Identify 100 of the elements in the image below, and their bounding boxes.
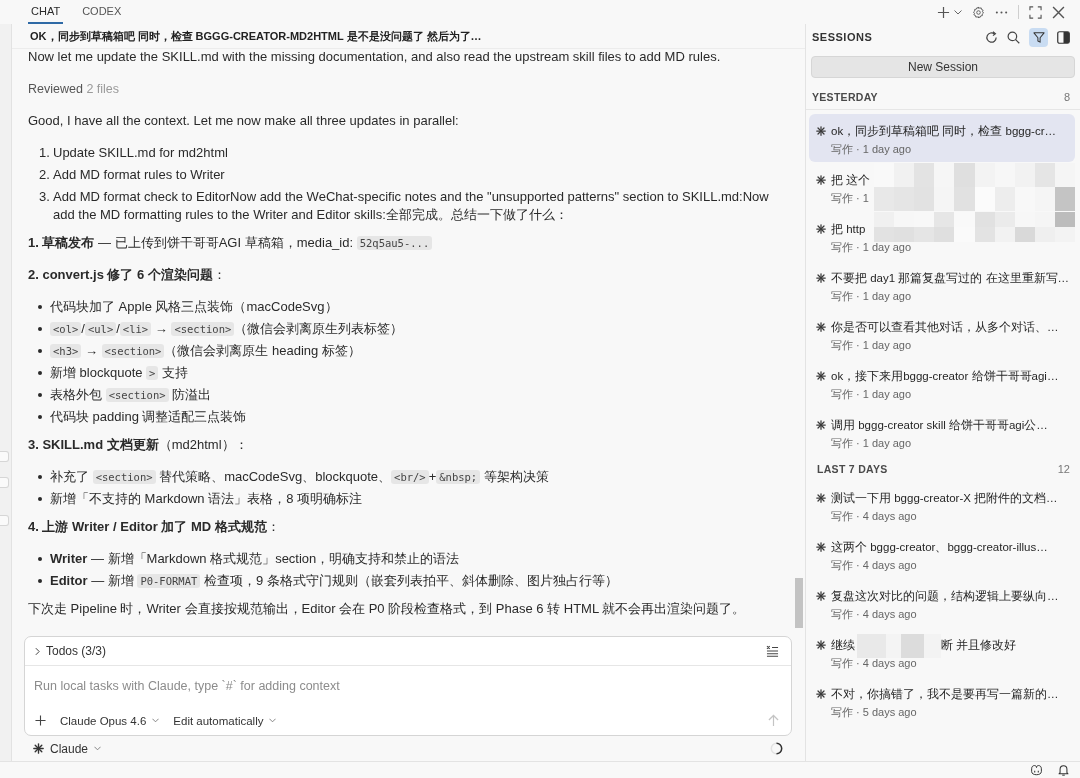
list-item-text: Writer — 新增「Markdown 格式规范」section，明确支持和禁止的语法 <box>50 550 461 568</box>
session-item[interactable]: 这两个 bggg-creator、bggg-creator-illus… 写作 · 4 days ago <box>809 530 1075 578</box>
refresh-icon[interactable] <box>985 30 998 44</box>
list-item-text: 代码块 padding 调整适配三点装饰 <box>50 408 248 426</box>
session-meta: 写作 · 1 day ago <box>831 436 913 450</box>
session-title: 复盘这次对比的问题，结构逻辑上要纵向… <box>831 590 1059 603</box>
list-item-text: Editor — 新增 P0-FORMAT 检查项，9 条格式守门规则（嵌套列表拍平、斜体删除、图片独占行等） <box>50 572 619 590</box>
message-text: 2. convert.js 修了 6 个渲染问题： <box>28 266 227 284</box>
asterisk-icon <box>816 273 826 283</box>
scrollbar-thumb[interactable] <box>795 578 803 628</box>
group-label: LAST 7 DAYS <box>817 463 888 475</box>
list-item-text: 新增 blockquote > 支持 <box>50 364 190 382</box>
bullet-icon <box>38 305 42 309</box>
chat-input-field[interactable]: Run local tasks with Claude, type `#` for adding context <box>25 666 791 706</box>
asterisk-icon <box>816 175 826 185</box>
bullet-icon <box>38 393 42 397</box>
session-meta: 写作 · 1 <box>831 191 870 205</box>
bullet-icon <box>38 475 42 479</box>
session-count: 12 <box>1057 463 1070 475</box>
session-meta: 写作 · 4 days ago <box>831 558 918 572</box>
chevron-down-icon[interactable] <box>954 9 962 15</box>
session-item[interactable]: 继续 断 并且修改好 写作 · 4 days ago <box>809 628 1075 676</box>
list-number: 2. <box>39 166 51 184</box>
asterisk-icon <box>816 493 826 503</box>
filter-button[interactable] <box>1029 27 1048 47</box>
session-meta: 写作 · 1 day ago <box>831 240 912 254</box>
session-item[interactable]: 把 http 写作 · 1 day ago <box>809 212 1075 260</box>
message-text: 下次走 Pipeline 时，Writer 会直接按规范输出，Editor 会在 P0 阶段检查格式，到 Phase 6 转 HTML 就不会再出渲染问题了。 <box>28 600 747 618</box>
sessions-title: SESSIONS <box>812 31 873 43</box>
chevron-down-icon <box>152 718 160 723</box>
reviewed-files-toggle[interactable]: Reviewed 2 files <box>28 80 789 98</box>
plus-icon[interactable] <box>35 715 46 726</box>
asterisk-icon <box>816 371 826 381</box>
asterisk-icon <box>816 420 826 430</box>
close-icon[interactable] <box>1052 5 1065 19</box>
clear-list-icon[interactable] <box>766 645 779 657</box>
list-item-text: 补充了 <section> 替代策略、macCodeSvg、blockquote、 <br/> + &nbsp; 等架构决策 <box>50 468 550 486</box>
list-number: 1. <box>39 144 51 162</box>
session-title: 继续 <box>831 639 855 652</box>
asterisk-icon <box>816 542 826 552</box>
face-icon[interactable] <box>1030 764 1043 776</box>
model-dropdown[interactable]: Claude Opus 4.6 <box>60 714 160 727</box>
session-title: 断 并且修改好 <box>941 639 1017 652</box>
new-session-button[interactable]: New Session <box>811 56 1075 78</box>
chat-composer[interactable]: Todos (3/3) Run local tasks with Claude, type `#` for adding context Claude Opus 4.6 Edit automatically <box>24 636 792 736</box>
session-item[interactable]: 调用 bggg-creator skill 给饼干哥哥agi公… 写作 · 1 day ago <box>809 408 1075 456</box>
list-item-text: Add MD format check to EditorNow add the WeChat-specific notes and the "unsupported patterns" section to SKILL.md:Now add the MD formatting rules to the Writer and Editor skills:全部完成。总结一下做了什么： <box>53 188 770 224</box>
session-item[interactable]: 把 这个 写作 · 1 <box>809 163 1075 211</box>
session-meta: 写作 · 1 day ago <box>831 338 913 352</box>
asterisk-icon <box>816 126 826 136</box>
bullet-icon <box>38 557 42 561</box>
session-meta: 写作 · 4 days ago <box>831 607 918 621</box>
message-text: Now let me update the SKILL.md with the missing documentation, and also read the upstream skill files to add MD rules. <box>28 48 722 66</box>
session-meta: 写作 · 1 day ago <box>831 289 913 303</box>
session-title: 调用 bggg-creator skill 给饼干哥哥agi公… <box>831 419 1048 432</box>
session-title: ok，接下来用bggg-creator 给饼干哥哥agi… <box>831 370 1059 383</box>
agent-picker[interactable]: Claude <box>33 741 102 756</box>
list-number: 3. <box>39 188 51 206</box>
session-item[interactable]: 不要把 day1 那篇复盘写过的 在这里重新写… 写作 · 1 day ago <box>809 261 1075 309</box>
panel-toggle-icon[interactable] <box>1057 30 1070 44</box>
todos-toggle[interactable]: Todos (3/3) <box>35 644 107 658</box>
bullet-icon <box>38 497 42 501</box>
session-meta: 写作 · 5 days ago <box>831 705 918 719</box>
message-text: 3. SKILL.md 文档更新（md2html）： <box>28 436 249 454</box>
session-item[interactable]: 复盘这次对比的问题，结构逻辑上要纵向… 写作 · 4 days ago <box>809 579 1075 627</box>
bullet-icon <box>38 579 42 583</box>
session-item[interactable]: 不对，你搞错了，我不是要再写一篇新的… 写作 · 5 days ago <box>809 677 1075 725</box>
session-item[interactable]: ok，接下来用bggg-creator 给饼干哥哥agi… 写作 · 1 day ago <box>809 359 1075 407</box>
session-item[interactable]: 测试一下用 bggg-creator-X 把附件的文档… 写作 · 4 days ago <box>809 481 1075 529</box>
session-count: 8 <box>1063 91 1070 103</box>
session-title: 把 这个 <box>831 174 871 187</box>
asterisk-icon <box>33 743 44 754</box>
bullet-icon <box>38 371 42 375</box>
session-meta: 写作 · 1 day ago <box>831 387 913 401</box>
settings-icon[interactable] <box>972 5 985 19</box>
bullet-icon <box>38 415 42 419</box>
search-icon[interactable] <box>1007 30 1020 44</box>
bell-icon[interactable] <box>1057 764 1070 776</box>
message-text: Good, I have all the context. Let me now make all three updates in parallel: <box>28 112 460 130</box>
asterisk-icon <box>816 224 826 234</box>
spinner-icon <box>770 742 783 755</box>
asterisk-icon <box>816 640 826 650</box>
bullet-icon <box>38 349 42 353</box>
view-tab[interactable]: CODEX <box>79 0 125 24</box>
mode-dropdown[interactable]: Edit automatically <box>173 714 277 727</box>
asterisk-icon <box>816 322 826 332</box>
chevron-down-icon <box>94 746 102 751</box>
list-item-text: <h3> → <section> （微信会剥离原生 heading 标签） <box>50 342 789 360</box>
conversation-title: OK，同步到草稿箱吧 同时，检查 BGGG-CREATOR-MD2HTML 是不是没问题了 然后为了… <box>12 24 805 48</box>
list-item-text: <ol> / <ul> / <li> → <section> （微信会剥离原生列表标签） <box>50 320 789 338</box>
session-item[interactable]: 你是否可以查看其他对话，从多个对话、… 写作 · 1 day ago <box>809 310 1075 358</box>
asterisk-icon <box>816 689 826 699</box>
fullscreen-icon[interactable] <box>1029 5 1042 19</box>
session-title: 把 http <box>831 223 866 236</box>
session-meta: 写作 · 4 days ago <box>831 656 918 670</box>
session-title: 不要把 day1 那篇复盘写过的 在这里重新写… <box>831 272 1070 285</box>
list-item-text: 新增「不支持的 Markdown 语法」表格，8 项明确标注 <box>50 490 364 508</box>
plus-icon[interactable] <box>937 5 950 19</box>
session-meta: 写作 · 1 day ago <box>831 142 913 156</box>
session-item[interactable]: ok，同步到草稿箱吧 同时，检查 bggg-cr… 写作 · 1 day ago <box>809 114 1075 162</box>
